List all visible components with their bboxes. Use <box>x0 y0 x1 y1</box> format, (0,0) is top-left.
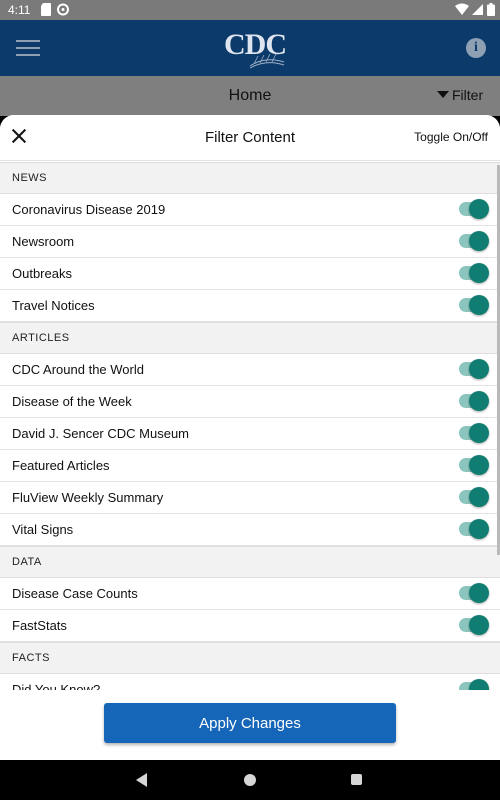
filter-row-label: Newsroom <box>12 234 75 249</box>
filter-row: Did You Know? <box>0 674 500 690</box>
filter-row-label: Vital Signs <box>12 522 74 537</box>
toggle-switch[interactable] <box>459 679 489 690</box>
toggle-all-button[interactable]: Toggle On/Off <box>414 130 488 144</box>
filter-row-label: FastStats <box>12 618 67 633</box>
toggle-switch[interactable] <box>459 455 489 475</box>
apply-changes-button[interactable]: Apply Changes <box>104 703 396 743</box>
toggle-switch[interactable] <box>459 583 489 603</box>
toggle-knob <box>469 679 489 690</box>
app-bar: CDC i <box>0 20 500 76</box>
filter-sheet: Filter Content Toggle On/Off NEWS Coronav… <box>0 115 500 760</box>
hamburger-menu-icon[interactable] <box>16 40 40 58</box>
filter-label: Filter <box>452 87 484 103</box>
filter-row-label: CDC Around the World <box>12 362 144 377</box>
filter-row: Vital Signs <box>0 514 500 546</box>
sub-header: Home Filter <box>0 76 500 116</box>
filter-row-label: Disease Case Counts <box>12 586 138 601</box>
toggle-switch[interactable] <box>459 487 489 507</box>
filter-button[interactable]: Filter <box>437 87 483 103</box>
toggle-switch[interactable] <box>459 295 489 315</box>
filter-row: Newsroom <box>0 226 500 258</box>
filter-list[interactable]: NEWS Coronavirus Disease 2019 Newsroom Outb… <box>0 162 500 690</box>
toggle-knob <box>469 391 489 411</box>
filter-row-label: Did You Know? <box>12 682 101 690</box>
toggle-switch[interactable] <box>459 391 489 411</box>
toggle-knob <box>469 199 489 219</box>
filter-row-label: Disease of the Week <box>12 394 132 409</box>
status-bar: 4:11 <box>0 0 500 20</box>
sheet-header: Filter Content Toggle On/Off <box>0 115 500 161</box>
toggle-switch[interactable] <box>459 519 489 539</box>
filter-row-label: FluView Weekly Summary <box>12 490 164 505</box>
system-nav-bar <box>0 760 500 800</box>
toggle-knob <box>469 359 489 379</box>
cdc-logo: CDC <box>220 26 287 70</box>
filter-row: Outbreaks <box>0 258 500 290</box>
info-icon[interactable]: i <box>466 38 486 58</box>
section-header: ARTICLES <box>0 322 500 354</box>
toggle-switch[interactable] <box>459 199 489 219</box>
filter-row-label: Coronavirus Disease 2019 <box>12 202 166 217</box>
sd-card-icon <box>41 3 51 16</box>
section-header: DATA <box>0 546 500 578</box>
filter-row: FastStats <box>0 610 500 642</box>
sync-icon <box>57 3 69 16</box>
toggle-switch[interactable] <box>459 359 489 379</box>
toggle-knob <box>469 423 489 443</box>
section-header: NEWS <box>0 162 500 194</box>
filter-row-label: David J. Sencer CDC Museum <box>12 426 189 441</box>
toggle-knob <box>469 615 489 635</box>
toggle-switch[interactable] <box>459 423 489 443</box>
toggle-knob <box>469 231 489 251</box>
filter-row: FluView Weekly Summary <box>0 482 500 514</box>
home-icon[interactable] <box>244 774 256 786</box>
toggle-knob <box>469 583 489 603</box>
filter-row: Disease Case Counts <box>0 578 500 610</box>
filter-row-label: Travel Notices <box>12 298 95 313</box>
recents-icon[interactable] <box>351 774 362 785</box>
toggle-switch[interactable] <box>459 231 489 251</box>
filter-row-label: Featured Articles <box>12 458 110 473</box>
toggle-knob <box>469 455 489 475</box>
wifi-icon <box>455 3 469 15</box>
page-title: Home <box>228 87 272 104</box>
filter-row: David J. Sencer CDC Museum <box>0 418 500 450</box>
toggle-knob <box>469 487 489 507</box>
filter-row: Disease of the Week <box>0 386 500 418</box>
section-header: FACTS <box>0 642 500 674</box>
logo-text: CDC <box>224 28 287 61</box>
filter-row-label: Outbreaks <box>12 266 72 281</box>
toggle-switch[interactable] <box>459 615 489 635</box>
status-time: 4:11 <box>8 3 31 17</box>
toggle-switch[interactable] <box>459 263 489 283</box>
filter-row: Featured Articles <box>0 450 500 482</box>
filter-row: CDC Around the World <box>0 354 500 386</box>
toggle-knob <box>469 295 489 315</box>
filter-row: Travel Notices <box>0 290 500 322</box>
filter-row: Coronavirus Disease 2019 <box>0 194 500 226</box>
toggle-knob <box>469 519 489 539</box>
filter-icon <box>437 90 449 98</box>
signal-icon <box>472 4 483 15</box>
battery-icon <box>487 3 495 16</box>
sheet-footer: Apply Changes <box>0 690 500 760</box>
back-icon[interactable] <box>136 773 147 787</box>
toggle-knob <box>469 263 489 283</box>
